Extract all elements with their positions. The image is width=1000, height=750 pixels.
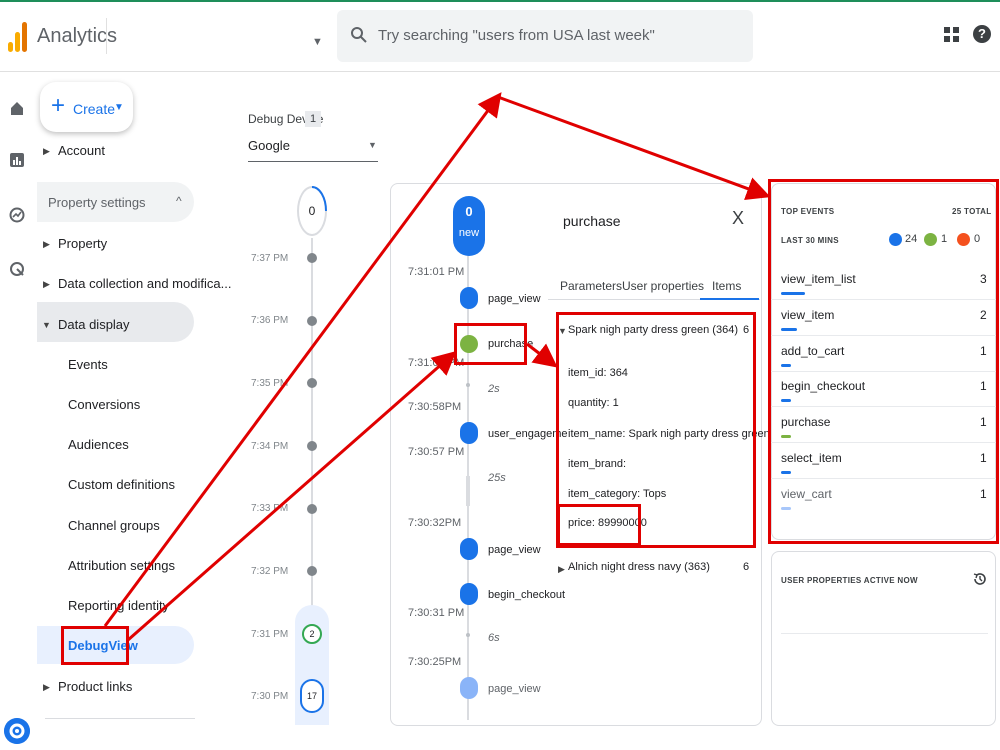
expand-caret-icon: ▶ [43, 682, 50, 692]
user-properties-divider [781, 633, 988, 634]
tab-user-properties[interactable]: User properties [622, 279, 704, 293]
debug-device-value: Google [248, 138, 290, 153]
home-icon[interactable] [9, 100, 25, 116]
create-caret-icon: ▼ [114, 102, 124, 113]
property-settings-label: Property settings [48, 195, 146, 210]
minute-dot[interactable] [307, 566, 317, 576]
minute-dot[interactable] [307, 378, 317, 388]
user-properties-title: USER PROPERTIES ACTIVE NOW [781, 576, 918, 585]
sidebar-item-property[interactable]: Property [58, 236, 107, 251]
gap-dot [466, 633, 470, 637]
annotation-box-debugview [61, 626, 129, 665]
minute-time: 7:31 PM [251, 629, 289, 640]
event-hand-icon [460, 287, 478, 309]
annotation-box-purchase-event [454, 323, 527, 365]
second-time: 7:30:25PM [408, 656, 462, 668]
sidebar-subitem-events[interactable]: Events [68, 357, 108, 372]
tab-items[interactable]: Items [712, 279, 741, 293]
search-icon [351, 27, 367, 43]
sidebar-item-data-display[interactable]: Data display [58, 317, 130, 332]
header-divider [106, 18, 107, 54]
minute-dot[interactable] [307, 316, 317, 326]
minute-time: 7:32 PM [251, 566, 289, 577]
event-item[interactable]: page_view [488, 683, 541, 695]
admin-gear-icon[interactable] [4, 718, 30, 744]
event-hand-icon [460, 677, 478, 699]
expand-caret-icon: ▶ [43, 279, 50, 289]
sidebar-subitem-custom-definitions[interactable]: Custom definitions [68, 477, 175, 492]
item-count: 6 [743, 561, 750, 573]
minute-time: 7:37 PM [251, 253, 289, 264]
minute-dot[interactable] [307, 441, 317, 451]
second-time: 7:31:01 PM [408, 266, 465, 278]
expand-caret-icon: ▶ [43, 146, 50, 156]
collapse-caret-icon: ▼ [42, 320, 51, 330]
second-time: 7:30:31 PM [408, 607, 465, 619]
collapse-caret-icon[interactable]: ^ [176, 194, 182, 208]
second-time: 7:30:57 PM [408, 446, 465, 458]
second-time: 7:30:32PM [408, 517, 462, 529]
minute-time: 7:33 PM [251, 503, 289, 514]
event-hand-icon [460, 422, 478, 444]
minute-time: 7:34 PM [251, 441, 289, 452]
event-item[interactable]: begin_checkout [488, 589, 565, 601]
top-stripe [0, 0, 1000, 2]
expand-caret-icon[interactable]: ▶ [558, 564, 565, 575]
annotation-box-price [557, 504, 641, 546]
history-icon[interactable] [972, 571, 988, 587]
sidebar-subitem-conversions[interactable]: Conversions [68, 397, 140, 412]
event-item[interactable]: page_view [488, 293, 541, 305]
debug-device-count: 1 [305, 111, 321, 127]
event-gap: 2s [488, 383, 500, 395]
reports-icon[interactable] [9, 152, 25, 168]
seconds-top-label: new [458, 227, 480, 239]
tab-parameters[interactable]: Parameters [560, 279, 622, 293]
gap-dot [466, 383, 470, 387]
sidebar-subitem-channel-groups[interactable]: Channel groups [68, 518, 160, 533]
account-picker-caret-icon[interactable]: ▼ [312, 36, 323, 48]
sidebar-divider [45, 718, 195, 719]
sidebar-subitem-audiences[interactable]: Audiences [68, 437, 129, 452]
close-icon[interactable]: X [732, 208, 744, 229]
minute-event-badge[interactable]: 2 [302, 624, 322, 644]
event-hand-icon [460, 538, 478, 560]
minute-dot[interactable] [307, 253, 317, 263]
minute-time: 7:36 PM [251, 315, 289, 326]
seconds-top-count: 0 [465, 204, 473, 219]
plus-icon: + [51, 92, 66, 119]
create-label: Create [73, 101, 116, 117]
event-hand-icon [460, 583, 478, 605]
analytics-logo-icon[interactable] [8, 20, 28, 52]
minute-time: 7:35 PM [251, 378, 289, 389]
minutes-top-count: 0 [308, 204, 316, 218]
expand-caret-icon: ▶ [43, 239, 50, 249]
sidebar-subitem-attribution-settings[interactable]: Attribution settings [68, 558, 175, 573]
sidebar-item-account[interactable]: Account [58, 143, 105, 158]
explore-icon[interactable] [9, 207, 25, 223]
minute-dot[interactable] [307, 504, 317, 514]
annotation-arrow [497, 95, 771, 201]
event-details-title: purchase [563, 213, 621, 229]
event-gap: 6s [488, 632, 500, 644]
item-header[interactable]: Alnich night dress navy (363) [568, 561, 710, 573]
second-time: 7:30:58PM [408, 401, 462, 413]
annotation-box-top-events [768, 179, 999, 544]
event-item[interactable]: page_view [488, 544, 541, 556]
gap-bar [466, 476, 470, 506]
dropdown-caret-icon: ▼ [368, 140, 377, 150]
sidebar-item-product-links[interactable]: Product links [58, 679, 132, 694]
search-placeholder: Try searching "users from USA last week" [378, 27, 655, 44]
sidebar-item-data-collection[interactable]: Data collection and modifica... [58, 276, 231, 291]
minute-time: 7:30 PM [251, 691, 289, 702]
apps-grid-icon[interactable] [944, 27, 959, 42]
event-gap: 25s [488, 472, 506, 484]
sidebar-subitem-reporting-identity[interactable]: Reporting identity [68, 598, 169, 613]
advertising-icon[interactable] [9, 261, 25, 277]
minute-event-badge[interactable]: 17 [300, 679, 324, 713]
help-icon[interactable]: ? [973, 25, 991, 43]
active-tab-indicator [700, 298, 759, 300]
